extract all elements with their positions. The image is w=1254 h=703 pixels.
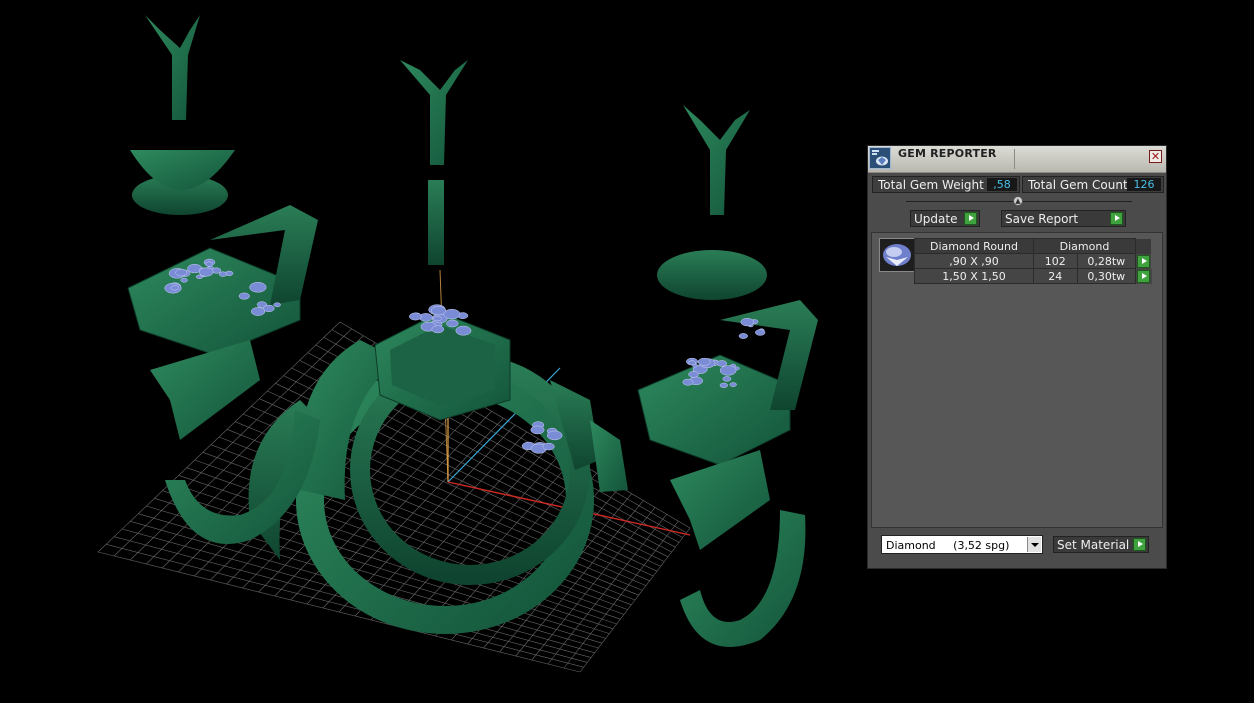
gem-table: Diamond Round Diamond ,90 X ,90 102 0,28… — [914, 238, 1152, 284]
update-button[interactable]: Update — [910, 210, 980, 227]
diamond-gem-icon[interactable] — [879, 238, 915, 272]
gem-stone — [542, 442, 555, 451]
total-gem-weight-value: ,58 — [987, 178, 1017, 191]
gem-stone — [455, 325, 472, 336]
collapse-toggle-icon[interactable]: ▲ — [1013, 196, 1023, 206]
gem-stone — [205, 261, 214, 267]
material-header: Diamond — [1033, 238, 1136, 254]
gem-stone — [198, 267, 214, 277]
total-gem-count-field: Total Gem Count 126 — [1022, 176, 1164, 193]
ring-model-left — [127, 15, 320, 544]
set-material-label: Set Material — [1057, 538, 1130, 552]
save-report-button[interactable]: Save Report — [1001, 210, 1126, 227]
gem-stone — [180, 277, 188, 283]
green-arrow-icon[interactable] — [1110, 212, 1123, 225]
gem-stone — [250, 307, 266, 316]
gem-stone — [175, 268, 188, 277]
gem-stone — [443, 308, 461, 320]
gem-stone — [738, 333, 748, 339]
gem-stone — [729, 382, 737, 387]
gem-size-cell: 1,50 X 1,50 — [914, 268, 1034, 284]
chevron-down-icon[interactable] — [1027, 537, 1041, 552]
gem-stone — [431, 325, 445, 334]
update-label: Update — [914, 212, 958, 226]
close-icon[interactable]: ✕ — [1149, 150, 1162, 163]
gem-stone — [170, 285, 179, 291]
material-dropdown-value: Diamond (3,52 spg) — [886, 539, 1010, 552]
gem-stone — [409, 312, 422, 321]
gem-report-list: Diamond Round Diamond ,90 X ,90 102 0,28… — [871, 232, 1163, 528]
total-gem-weight-field: Total Gem Weight ,58 — [872, 176, 1020, 193]
gem-stone — [433, 315, 442, 322]
gem-stone — [238, 292, 250, 300]
ring-model-center — [248, 60, 628, 634]
gem-stone — [249, 282, 267, 293]
table-row[interactable]: 1,50 X 1,50 24 0,30tw — [914, 268, 1152, 284]
total-gem-weight-label: Total Gem Weight — [878, 178, 984, 192]
titlebar-separator — [1014, 149, 1015, 169]
gem-stone — [430, 306, 446, 316]
gem-stone — [688, 371, 699, 378]
gem-stone — [218, 271, 228, 277]
gem-stone — [530, 425, 545, 435]
panel-titlebar[interactable]: GEM REPORTER ✕ — [868, 146, 1166, 173]
select-row-arrow-icon[interactable] — [1137, 254, 1150, 268]
gem-stone — [682, 378, 694, 386]
save-report-label: Save Report — [1005, 212, 1079, 226]
table-row[interactable]: ,90 X ,90 102 0,28tw — [914, 253, 1152, 269]
gem-stone — [446, 319, 459, 328]
gem-stone — [546, 430, 563, 441]
gem-count-cell: 24 — [1033, 268, 1078, 284]
gem-stone — [719, 382, 728, 388]
green-arrow-icon[interactable] — [1133, 538, 1146, 551]
green-arrow-icon[interactable] — [964, 212, 977, 225]
gem-weight-cell: 0,28tw — [1076, 253, 1137, 269]
gem-stone — [719, 365, 737, 376]
set-material-button[interactable]: Set Material — [1053, 536, 1149, 553]
table-header-row: Diamond Round Diamond — [914, 238, 1152, 254]
gem-size-cell: ,90 X ,90 — [914, 253, 1034, 269]
panel-title: GEM REPORTER — [898, 147, 997, 160]
gem-stone — [688, 360, 696, 366]
gem-weight-cell: 0,30tw — [1076, 268, 1137, 284]
select-row-arrow-icon[interactable] — [1137, 269, 1150, 283]
gem-stone — [273, 302, 281, 308]
ring-model-right — [637, 105, 818, 647]
gem-reporter-panel: GEM REPORTER ✕ Total Gem Weight ,58 Tota… — [867, 145, 1167, 569]
gem-stone — [722, 376, 732, 382]
gem-type-header: Diamond Round — [914, 238, 1034, 254]
gem-count-cell: 102 — [1033, 253, 1078, 269]
material-dropdown[interactable]: Diamond (3,52 spg) — [881, 535, 1043, 554]
gem-stone — [755, 329, 766, 336]
gem-stone — [697, 357, 711, 366]
total-gem-count-label: Total Gem Count — [1028, 178, 1128, 192]
total-gem-count-value: 126 — [1127, 178, 1161, 191]
gem-stone — [716, 360, 727, 367]
gem-stone — [740, 317, 754, 327]
gem-reporter-icon — [869, 147, 891, 169]
